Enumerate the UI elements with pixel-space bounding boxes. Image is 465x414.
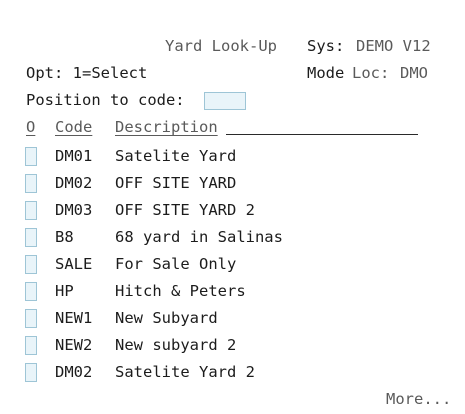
row-option-input[interactable] bbox=[25, 336, 37, 355]
row-code: SALE bbox=[55, 255, 93, 273]
row-code: NEW1 bbox=[55, 309, 93, 327]
row-option-input[interactable] bbox=[25, 255, 37, 274]
row-description: 68 yard in Salinas bbox=[115, 228, 283, 246]
row-code: DM02 bbox=[55, 363, 93, 381]
row-description: New subyard 2 bbox=[115, 336, 237, 354]
row-code: NEW2 bbox=[55, 336, 93, 354]
row-option-input[interactable] bbox=[25, 309, 37, 328]
row-option-input[interactable] bbox=[25, 147, 37, 166]
row-description: For Sale Only bbox=[115, 255, 237, 273]
row-code: DM02 bbox=[55, 174, 93, 192]
screen-title: Yard Look-Up bbox=[165, 37, 277, 55]
column-header-code: Code bbox=[55, 118, 93, 136]
position-to-code-input[interactable] bbox=[204, 92, 246, 110]
row-code: DM01 bbox=[55, 147, 93, 165]
row-option-input[interactable] bbox=[25, 201, 37, 220]
column-header-description: Description bbox=[115, 118, 218, 136]
position-to-code-label: Position to code: bbox=[26, 91, 185, 109]
row-description: OFF SITE YARD 2 bbox=[115, 201, 255, 219]
option-instructions: Opt: 1=Select bbox=[26, 64, 148, 82]
row-code: HP bbox=[55, 282, 74, 300]
header-rule bbox=[226, 134, 418, 135]
sys-label: Sys: bbox=[307, 37, 345, 55]
row-description: New Subyard bbox=[115, 309, 218, 327]
row-code: DM03 bbox=[55, 201, 93, 219]
row-option-input[interactable] bbox=[25, 282, 37, 301]
mode-label: Mode bbox=[307, 64, 345, 82]
row-code: B8 bbox=[55, 228, 74, 246]
row-description: Hitch & Peters bbox=[115, 282, 246, 300]
row-option-input[interactable] bbox=[25, 363, 37, 382]
loc-value: DMO bbox=[400, 64, 428, 82]
sys-value: DEMO V12 bbox=[356, 37, 431, 55]
row-option-input[interactable] bbox=[25, 228, 37, 247]
more-indicator[interactable]: More... bbox=[386, 386, 451, 413]
row-option-input[interactable] bbox=[25, 174, 37, 193]
loc-label: Loc: bbox=[352, 64, 390, 82]
row-description: Satelite Yard bbox=[115, 147, 237, 165]
row-description: Satelite Yard 2 bbox=[115, 363, 255, 381]
column-header-option: O bbox=[26, 118, 36, 136]
terminal-screen: Yard Look-Up Sys: DEMO V12 Opt: 1=Select… bbox=[0, 0, 465, 414]
row-description: OFF SITE YARD bbox=[115, 174, 237, 192]
